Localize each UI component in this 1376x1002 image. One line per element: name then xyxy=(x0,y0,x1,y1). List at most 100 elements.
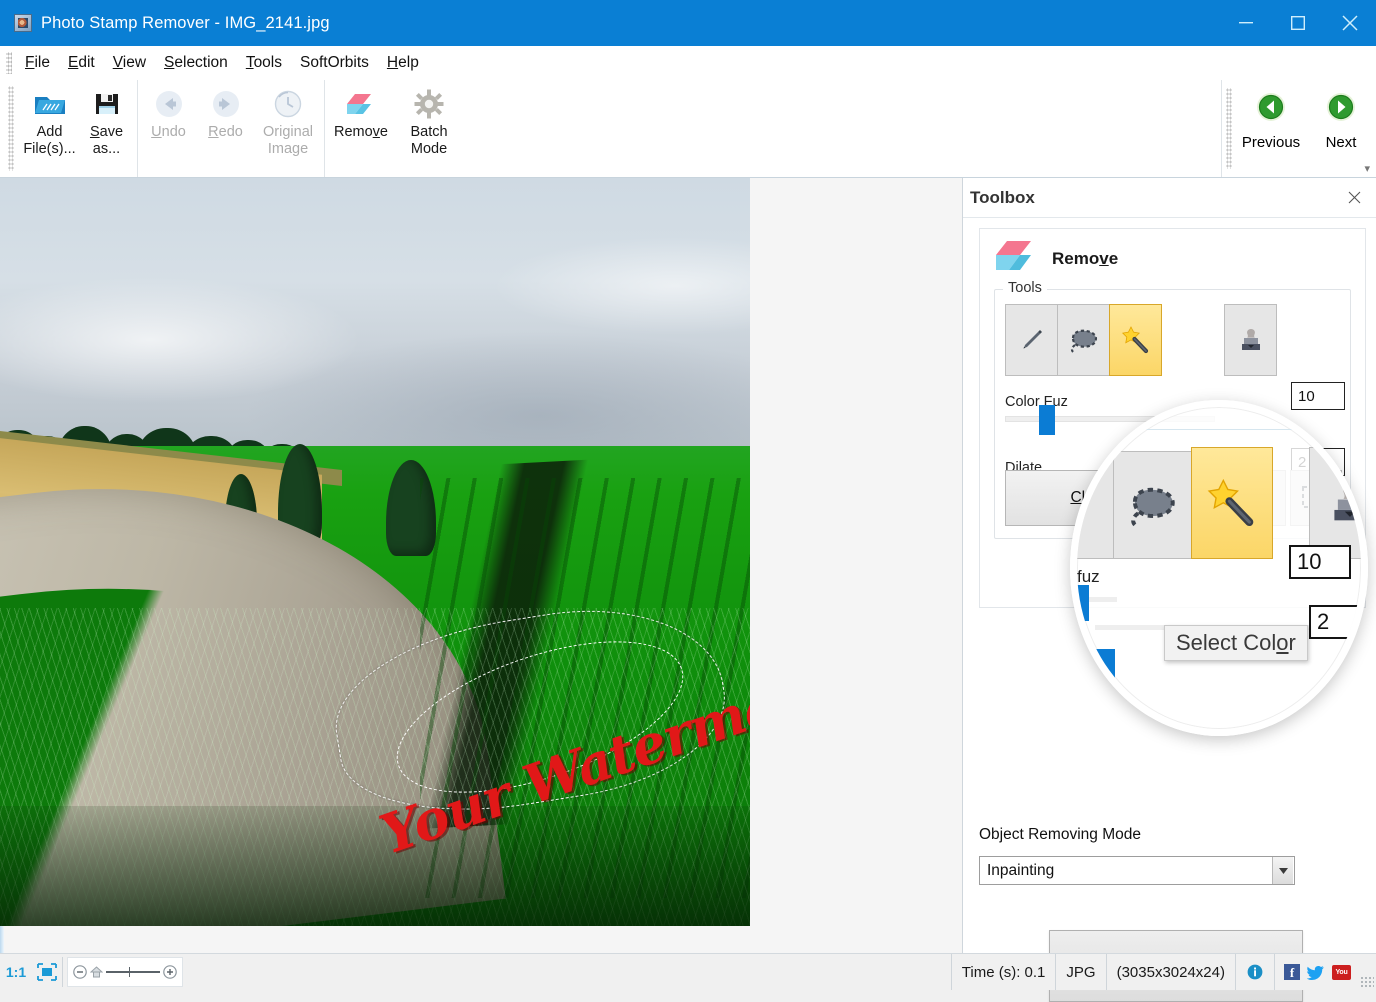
stamp-icon xyxy=(1241,329,1260,350)
tools-row xyxy=(1005,304,1277,376)
stamp-tool-button[interactable] xyxy=(1224,304,1277,376)
maximize-icon[interactable] xyxy=(1272,0,1324,46)
redo-arrow-icon xyxy=(211,86,241,122)
undo-label: Undo xyxy=(151,124,186,140)
tooltip-text: Select Color xyxy=(1176,630,1296,655)
menu-item-edit[interactable]: Edit xyxy=(59,50,104,76)
color-fuzziness-value[interactable]: 10 xyxy=(1291,382,1345,410)
status-bar: 1:1 Time (s): 0.1 JPG (3035x3024x24) f Y… xyxy=(0,953,1376,990)
clock-history-icon xyxy=(273,86,303,122)
zoom-ratio-label[interactable]: 1:1 xyxy=(0,954,32,990)
menu-item-file[interactable]: File xyxy=(16,50,59,76)
save-as-button[interactable]: Save as... xyxy=(78,80,135,177)
social-links: f You xyxy=(1274,954,1360,990)
floppy-disk-icon xyxy=(93,86,121,122)
facebook-icon[interactable]: f xyxy=(1284,964,1300,980)
gear-icon xyxy=(414,86,444,122)
main-area: Your Watermark Toolbox Remove Tools Colo… xyxy=(0,178,1376,1002)
original-image-button[interactable]: Original Image xyxy=(254,80,322,177)
eraser-icon xyxy=(994,239,1034,278)
resize-grip[interactable] xyxy=(1360,976,1374,988)
marker-tool-button[interactable] xyxy=(1005,304,1058,376)
close-icon[interactable] xyxy=(1324,0,1376,46)
status-format: JPG xyxy=(1055,954,1105,990)
photo-preview[interactable]: Your Watermark xyxy=(0,178,750,926)
magic-wand-icon xyxy=(1121,326,1148,354)
window-controls xyxy=(1220,0,1376,46)
eraser-icon xyxy=(345,86,377,122)
close-icon[interactable] xyxy=(1342,186,1366,210)
next-button[interactable]: Next xyxy=(1306,80,1376,177)
menu-item-help[interactable]: Help xyxy=(378,50,428,76)
menu-item-selection[interactable]: Selection xyxy=(155,50,237,76)
minus-icon xyxy=(73,965,87,979)
toolbar-group-file: Add File(s)... Save as... xyxy=(19,80,137,177)
fit-to-window-icon[interactable] xyxy=(32,954,62,990)
chevron-down-icon[interactable] xyxy=(1272,857,1293,884)
lasso-tool-button[interactable] xyxy=(1057,304,1110,376)
toolbox-header: Toolbox xyxy=(963,178,1376,218)
toolbar-group-actions: Remove Batch Mode ▾ xyxy=(325,80,1370,177)
object-removing-mode-label: Object Removing Mode xyxy=(979,826,1141,843)
youtube-icon[interactable]: You xyxy=(1332,964,1351,980)
status-time: Time (s): 0.1 xyxy=(950,954,1056,990)
menu-item-softorbits[interactable]: SoftOrbits xyxy=(291,50,378,76)
batch-mode-button[interactable]: Batch Mode xyxy=(395,80,463,177)
tools-legend: Tools xyxy=(1003,280,1047,296)
menu-item-view[interactable]: View xyxy=(104,50,155,76)
menu-item-tools[interactable]: Tools xyxy=(237,50,291,76)
save-selection-icon xyxy=(1246,486,1272,508)
previous-label: Previous xyxy=(1241,134,1301,151)
redo-label: Redo xyxy=(208,124,243,140)
photo-stamp-remover-icon xyxy=(14,14,32,32)
toolbox-title: Toolbox xyxy=(970,187,1035,207)
add-files-button[interactable]: Add File(s)... xyxy=(21,80,78,177)
batch-mode-label: Batch Mode xyxy=(410,124,448,157)
menu-grip-handle[interactable] xyxy=(6,52,12,74)
save-as-label: Save as... xyxy=(89,124,124,157)
toolbar-group-history: Undo Redo Original Image xyxy=(137,80,325,177)
redo-button[interactable]: Redo xyxy=(197,80,254,177)
menu-bar: File Edit View Selection Tools SoftOrbit… xyxy=(0,46,1376,80)
zoom-slider-track[interactable] xyxy=(106,967,160,978)
color-fuzziness-slider[interactable] xyxy=(1005,405,1215,435)
lasso-icon xyxy=(1070,329,1097,353)
remove-toolbar-button[interactable]: Remove xyxy=(327,80,395,177)
toolbar-group-navigation: Previous Next xyxy=(1221,80,1376,177)
remove-section-header: Remove xyxy=(980,229,1365,284)
window-title: Photo Stamp Remover - IMG_2141.jpg xyxy=(41,13,330,32)
navigation-grip-handle[interactable] xyxy=(1226,88,1232,169)
add-files-label: Add File(s)... xyxy=(23,124,76,157)
remove-section-title: Remove xyxy=(1052,248,1119,268)
slider-thumb[interactable] xyxy=(1039,405,1055,435)
zoom-slider-tick xyxy=(128,967,131,978)
pencil-marker-icon xyxy=(1023,330,1042,349)
next-label: Next xyxy=(1325,134,1357,151)
original-image-label: Original Image xyxy=(263,124,313,157)
color-fuzziness-slider-row: Color Fuz 10 xyxy=(1005,382,1345,435)
object-removing-mode-select[interactable]: Inpainting xyxy=(979,856,1295,885)
title-bar: Photo Stamp Remover - IMG_2141.jpg xyxy=(0,0,1376,46)
home-marker-icon xyxy=(90,966,103,978)
toolbar: Add File(s)... Save as... Undo Redo Orig… xyxy=(0,80,1376,178)
clear-selection-label: Clear Selection xyxy=(1070,489,1176,506)
green-left-arrow-icon xyxy=(1256,92,1286,127)
zoom-slider[interactable] xyxy=(67,957,183,987)
save-selection-button[interactable] xyxy=(1234,470,1286,526)
magic-wand-tool-button[interactable] xyxy=(1109,304,1162,376)
twitter-icon xyxy=(1307,965,1324,980)
load-selection-button[interactable] xyxy=(1290,470,1342,526)
minimize-icon[interactable] xyxy=(1220,0,1272,46)
previous-button[interactable]: Previous xyxy=(1236,80,1306,177)
green-right-arrow-icon xyxy=(1326,92,1356,127)
image-canvas-area[interactable]: Your Watermark xyxy=(0,178,962,953)
remove-toolbar-label: Remove xyxy=(333,124,388,140)
toolbar-grip-handle[interactable] xyxy=(8,86,14,171)
sky-region xyxy=(0,178,750,448)
clear-selection-button[interactable]: Clear Selection xyxy=(1005,470,1241,526)
status-dimensions: (3035x3024x24) xyxy=(1105,954,1235,990)
info-icon[interactable] xyxy=(1235,954,1274,990)
remove-tool-card: Remove Tools Color Fuz 10 Dilate 2 Clear… xyxy=(979,228,1366,608)
undo-button[interactable]: Undo xyxy=(140,80,197,177)
plus-icon xyxy=(163,965,177,979)
